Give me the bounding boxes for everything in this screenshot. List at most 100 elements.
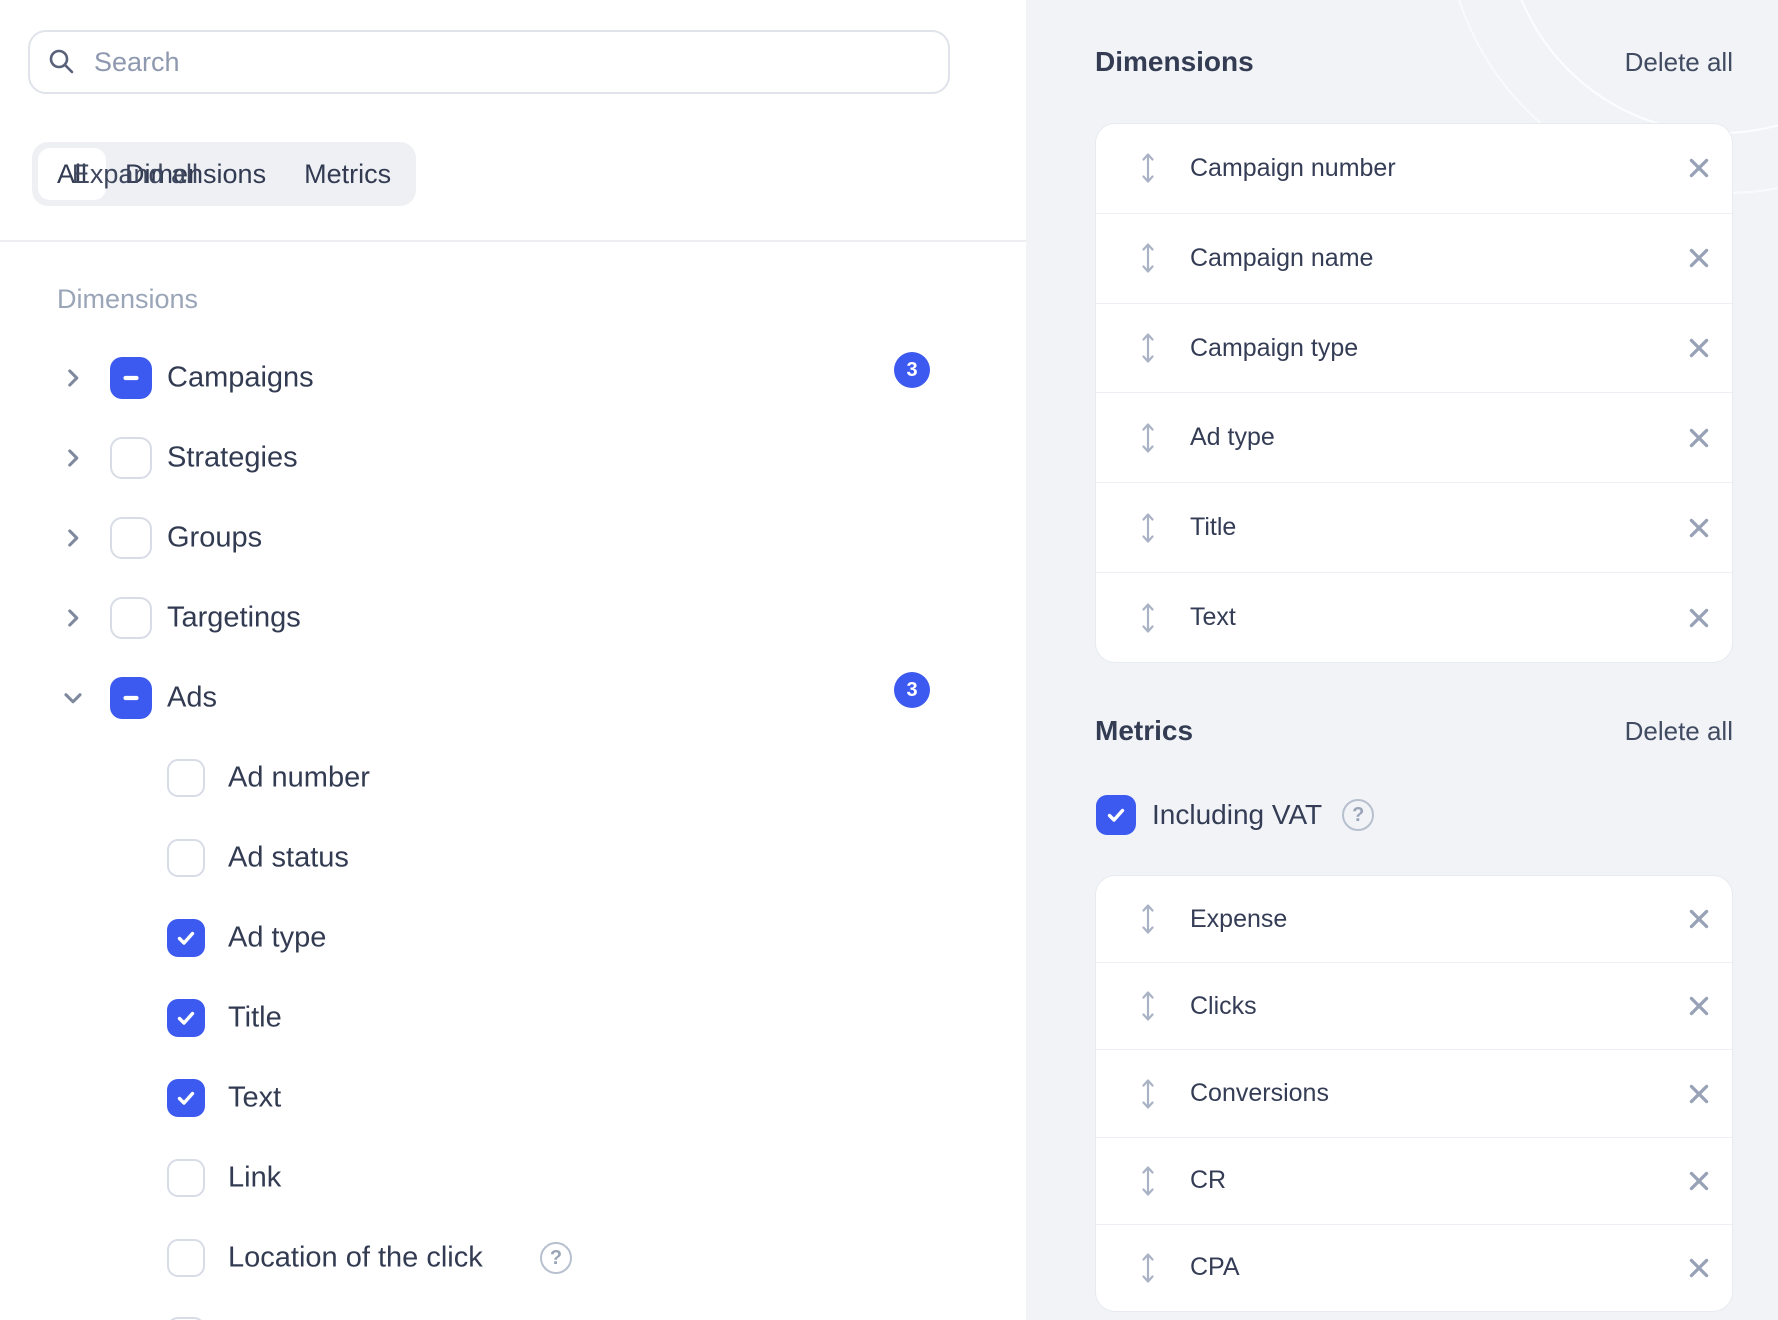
report-settings-screen: All Dimensions Metrics Expand all Dimens… <box>0 0 1778 1320</box>
metrics-header: Metrics Delete all <box>1095 715 1733 747</box>
selected-metric-row: Expense <box>1096 876 1732 962</box>
chevron-down-icon[interactable] <box>60 685 86 711</box>
row-label: CR <box>1190 1166 1226 1195</box>
selected-metrics-list: Expense Clicks <box>1095 875 1733 1312</box>
remove-icon[interactable] <box>1686 1081 1712 1107</box>
row-label: CPA <box>1190 1253 1240 1282</box>
targetings-checkbox[interactable] <box>110 597 152 639</box>
divider <box>0 240 1026 242</box>
tree-row-campaigns[interactable]: Campaigns 3 <box>0 338 1026 418</box>
row-label: Campaign name <box>1190 244 1373 273</box>
drag-handle-icon[interactable] <box>1140 421 1156 455</box>
remove-icon[interactable] <box>1686 1168 1712 1194</box>
remove-icon[interactable] <box>1686 1255 1712 1281</box>
delete-all-dimensions-link[interactable]: Delete all <box>1625 47 1733 78</box>
minus-icon <box>119 686 143 710</box>
ad-status-checkbox[interactable] <box>167 839 205 877</box>
row-label: Title <box>1190 513 1236 542</box>
tree-row-ad-number[interactable]: Ad number <box>0 738 1026 818</box>
tree-label[interactable]: Ad type <box>228 922 326 955</box>
tree-row-ads[interactable]: Ads 3 <box>0 658 1026 738</box>
including-vat-row[interactable]: Including VAT ? <box>1096 795 1374 835</box>
remove-icon[interactable] <box>1686 993 1712 1019</box>
tree-row-ad-status[interactable]: Ad status <box>0 818 1026 898</box>
remove-icon[interactable] <box>1686 906 1712 932</box>
tree-label[interactable]: Location of the click <box>228 1242 483 1275</box>
groups-checkbox[interactable] <box>110 517 152 559</box>
ad-type-checkbox[interactable] <box>167 919 205 957</box>
tree-row-location-of-the-click[interactable]: Location of the click ? <box>0 1218 1026 1298</box>
tree-row-link[interactable]: Link <box>0 1138 1026 1218</box>
tree-row-groups[interactable]: Groups <box>0 498 1026 578</box>
selected-dimension-row: Ad type <box>1096 392 1732 482</box>
drag-handle-icon[interactable] <box>1140 511 1156 545</box>
search-input[interactable] <box>92 46 932 79</box>
tree-label[interactable]: Link <box>228 1162 281 1195</box>
remove-icon[interactable] <box>1686 245 1712 271</box>
row-label: Ad type <box>1190 423 1275 452</box>
tree-label[interactable]: Ad number <box>228 762 370 795</box>
tree-label[interactable]: Ad status <box>228 842 349 875</box>
selected-metric-row: Clicks <box>1096 962 1732 1049</box>
drag-handle-icon[interactable] <box>1140 1077 1156 1111</box>
tree-label[interactable]: Strategies <box>167 442 298 475</box>
ad-number-checkbox[interactable] <box>167 759 205 797</box>
title-checkbox[interactable] <box>167 999 205 1037</box>
chevron-right-icon[interactable] <box>60 445 86 471</box>
tab-metrics[interactable]: Metrics <box>285 148 410 200</box>
drag-handle-icon[interactable] <box>1140 331 1156 365</box>
ads-checkbox[interactable] <box>110 677 152 719</box>
campaigns-checkbox[interactable] <box>110 357 152 399</box>
remove-icon[interactable] <box>1686 155 1712 181</box>
tree-label[interactable]: Campaigns <box>167 362 314 395</box>
including-vat-checkbox[interactable] <box>1096 795 1136 835</box>
selected-metric-row: CR <box>1096 1137 1732 1224</box>
drag-handle-icon[interactable] <box>1140 1251 1156 1285</box>
check-icon <box>174 1006 198 1030</box>
fields-tree: Campaigns 3 Strategies <box>0 338 1026 1298</box>
tree-label[interactable]: Text <box>228 1082 281 1115</box>
row-label: Clicks <box>1190 992 1257 1021</box>
tree-label[interactable]: Title <box>228 1002 282 1035</box>
chevron-right-icon[interactable] <box>60 365 86 391</box>
strategies-checkbox[interactable] <box>110 437 152 479</box>
tree-row-text[interactable]: Text <box>0 1058 1026 1138</box>
check-icon <box>174 1086 198 1110</box>
drag-handle-icon[interactable] <box>1140 989 1156 1023</box>
remove-icon[interactable] <box>1686 515 1712 541</box>
remove-icon[interactable] <box>1686 605 1712 631</box>
dimensions-title: Dimensions <box>1095 46 1254 78</box>
tree-label[interactable]: Ads <box>167 682 217 715</box>
location-of-the-click-checkbox[interactable] <box>167 1239 205 1277</box>
including-vat-label: Including VAT <box>1152 799 1322 831</box>
minus-icon <box>119 366 143 390</box>
help-icon[interactable]: ? <box>540 1242 572 1274</box>
fields-picker-panel: All Dimensions Metrics Expand all Dimens… <box>0 0 1026 1320</box>
remove-icon[interactable] <box>1686 335 1712 361</box>
remove-icon[interactable] <box>1686 425 1712 451</box>
row-label: Campaign type <box>1190 334 1358 363</box>
search-input-container[interactable] <box>28 30 950 94</box>
selected-dimensions-list: Campaign number Campaign name <box>1095 123 1733 663</box>
delete-all-metrics-link[interactable]: Delete all <box>1625 716 1733 747</box>
drag-handle-icon[interactable] <box>1140 1164 1156 1198</box>
drag-handle-icon[interactable] <box>1140 241 1156 275</box>
text-checkbox[interactable] <box>167 1079 205 1117</box>
drag-handle-icon[interactable] <box>1140 902 1156 936</box>
help-icon[interactable]: ? <box>1342 799 1374 831</box>
link-checkbox[interactable] <box>167 1159 205 1197</box>
tree-section-label: Dimensions <box>57 284 198 315</box>
tree-row-title[interactable]: Title <box>0 978 1026 1058</box>
chevron-right-icon[interactable] <box>60 605 86 631</box>
tree-label[interactable]: Groups <box>167 522 262 555</box>
tree-row-ad-type[interactable]: Ad type <box>0 898 1026 978</box>
expand-all-link[interactable]: Expand all <box>72 142 198 206</box>
tree-row-targetings[interactable]: Targetings <box>0 578 1026 658</box>
drag-handle-icon[interactable] <box>1140 601 1156 635</box>
selected-dimension-row: Title <box>1096 482 1732 572</box>
chevron-right-icon[interactable] <box>60 525 86 551</box>
tree-label[interactable]: Targetings <box>167 602 301 635</box>
selected-dimension-row: Text <box>1096 572 1732 662</box>
tree-row-strategies[interactable]: Strategies <box>0 418 1026 498</box>
drag-handle-icon[interactable] <box>1140 151 1156 185</box>
